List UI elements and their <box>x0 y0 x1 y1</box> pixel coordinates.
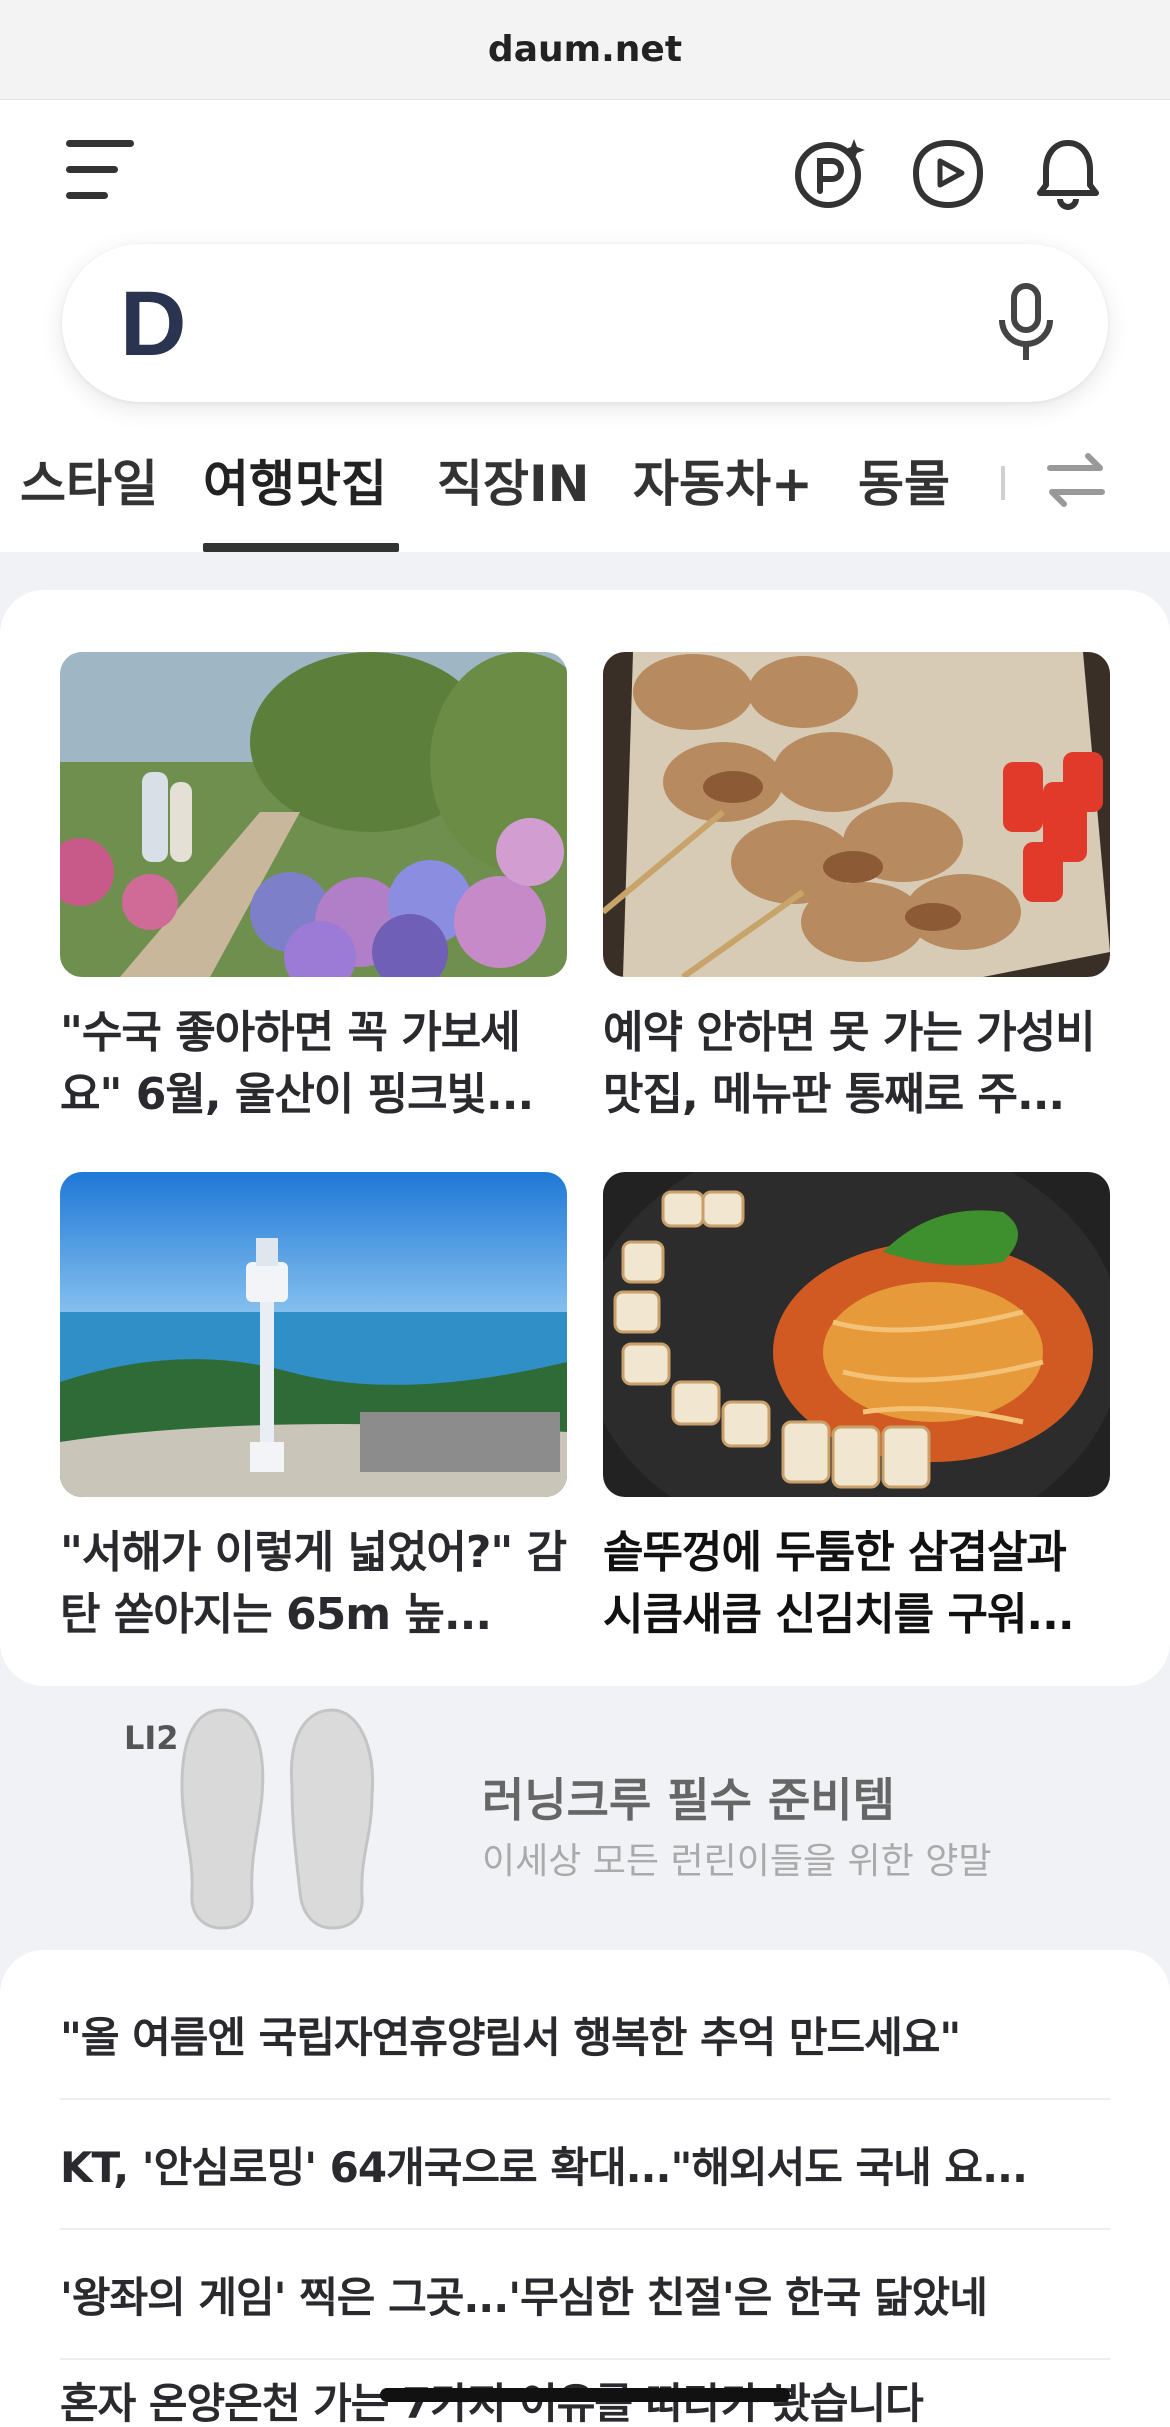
news-list-item-1[interactable]: "올 여름엔 국립자연휴양림서 행복한 추억 만드세요" <box>60 1970 1110 2098</box>
microphone-icon[interactable] <box>994 280 1058 364</box>
hamburger-menu-icon[interactable] <box>66 140 134 200</box>
tab-animal[interactable]: 동물 <box>858 440 950 552</box>
browser-url-bar[interactable]: daum.net <box>0 0 1170 100</box>
news-list-item-3[interactable]: '왕좌의 게임' 찍은 그곳...'무심한 친절'은 한국 닮았네 <box>60 2230 1110 2358</box>
news-title-3[interactable]: "서해가 이렇게 넓었어?" 감탄 쏟아지는 65m 높... <box>60 1522 570 1646</box>
tab-workplace[interactable]: 직장IN <box>437 440 589 552</box>
tab-car[interactable]: 자동차+ <box>633 440 813 552</box>
insole-image-left <box>176 1706 268 1930</box>
active-tab-indicator <box>203 543 399 552</box>
news-title-1[interactable]: "수국 좋아하면 꼭 가보세요" 6월, 울산이 핑크빛... <box>60 1002 570 1126</box>
daum-logo: D <box>120 273 187 375</box>
notification-bell-icon[interactable] <box>1030 135 1106 211</box>
news-list-item-2[interactable]: KT, '안심로밍' 64개국으로 확대..."해외서도 국내 요... <box>60 2100 1110 2228</box>
news-title-2[interactable]: 예약 안하면 못 가는 가성비 맛집, 메뉴판 통째로 주... <box>603 1002 1113 1126</box>
news-title-4[interactable]: 솥뚜껑에 두툼한 삼겹살과 시큼새큼 신김치를 구워... <box>603 1522 1113 1646</box>
ad-brand: LI2 <box>124 1719 179 1757</box>
tab-style[interactable]: 스타일 <box>20 440 158 552</box>
news-thumbnail-3[interactable] <box>60 1172 567 1497</box>
category-tabs: 스타일 여행맛집 직장IN 자동차+ 동물 <box>0 440 1170 552</box>
ad-title: 러닝크루 필수 준비템 <box>482 1773 895 1827</box>
url-text: daum.net <box>487 29 683 70</box>
news-thumbnail-1[interactable] <box>60 652 567 977</box>
home-indicator <box>380 2388 790 2402</box>
tab-divider <box>1001 466 1005 500</box>
swap-arrows-icon[interactable] <box>1044 448 1108 512</box>
insole-image-right <box>286 1706 378 1930</box>
news-thumbnail-2[interactable] <box>603 652 1110 977</box>
tab-travel-food[interactable]: 여행맛집 <box>203 440 387 552</box>
news-thumbnail-4[interactable] <box>603 1172 1110 1497</box>
pay-icon[interactable] <box>792 135 868 211</box>
video-play-icon[interactable] <box>910 135 986 211</box>
ad-subtitle: 이세상 모든 런린이들을 위한 양말 <box>482 1841 992 1882</box>
search-input[interactable]: D <box>62 244 1108 402</box>
